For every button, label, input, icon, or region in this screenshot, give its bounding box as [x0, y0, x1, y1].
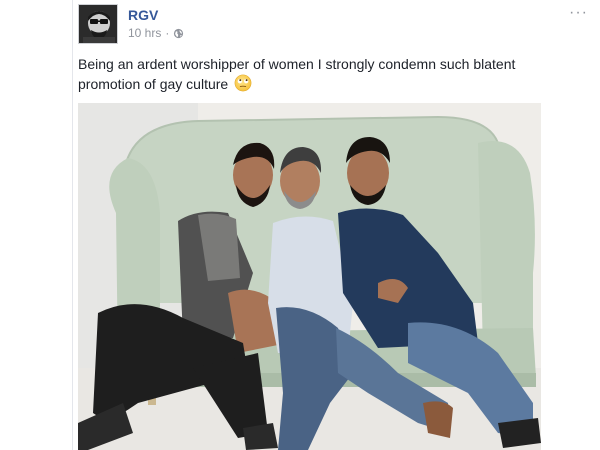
divider	[72, 0, 73, 450]
meta-separator: ·	[165, 26, 170, 40]
post-header: RGV 10 hrs · ···	[78, 4, 590, 44]
post-photo[interactable]	[78, 103, 541, 450]
author-name[interactable]: RGV	[128, 7, 158, 23]
globe-icon[interactable]	[173, 28, 184, 39]
avatar[interactable]	[78, 4, 118, 44]
avatar-portrait	[79, 5, 117, 43]
post-text: Being an ardent worshipper of women I st…	[78, 56, 516, 92]
post-meta: 10 hrs ·	[128, 26, 184, 40]
rolling-eyes-emoji-icon	[234, 74, 252, 97]
facebook-post-card: RGV 10 hrs · ··· Being an ardent worship…	[0, 0, 600, 450]
ellipsis-icon[interactable]: ···	[569, 4, 588, 22]
photo-three-men-on-sofa	[78, 103, 541, 450]
post-timestamp[interactable]: 10 hrs	[128, 26, 161, 40]
post-body: Being an ardent worshipper of women I st…	[78, 55, 578, 97]
